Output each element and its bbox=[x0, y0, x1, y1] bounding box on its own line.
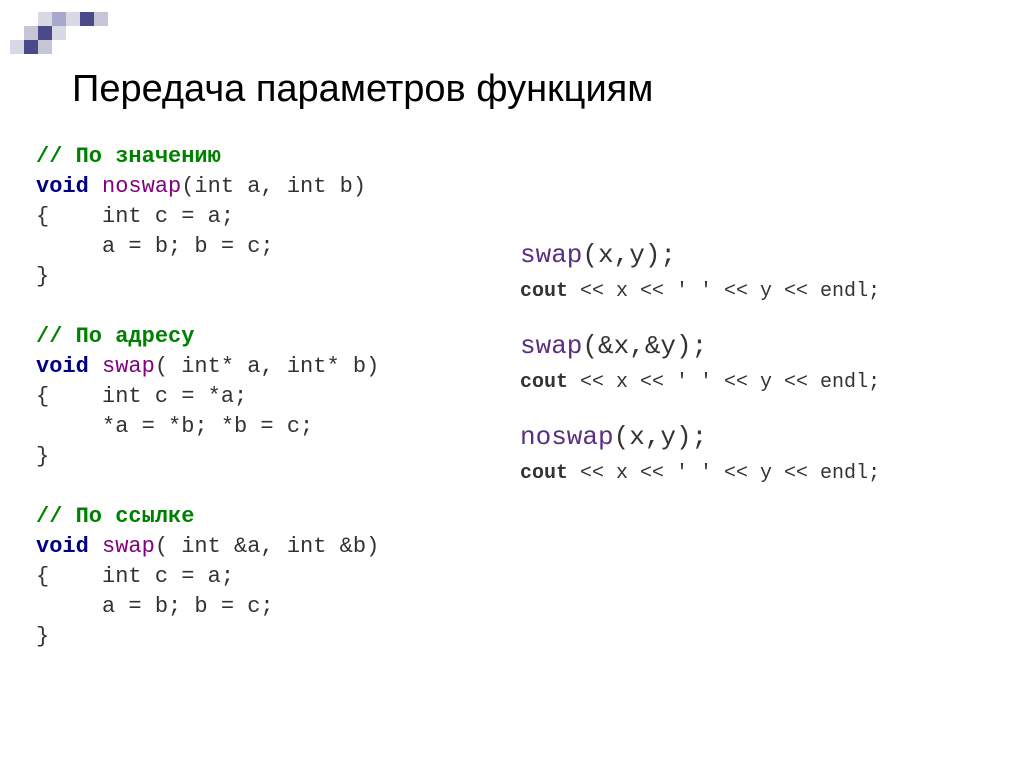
code-line: } bbox=[36, 264, 49, 289]
params: ( int* a, int* b) bbox=[155, 354, 379, 379]
fn-name: swap bbox=[520, 240, 582, 270]
code-left-column: // По значению void noswap(int a, int b)… bbox=[36, 142, 496, 652]
slide: Передача параметров функциям // По значе… bbox=[0, 0, 1024, 767]
fn-swap-ref: swap bbox=[89, 534, 155, 559]
call-swap-xy: swap(x,y); bbox=[520, 240, 990, 270]
slide-title: Передача параметров функциям bbox=[72, 68, 653, 111]
code-right-column: swap(x,y); cout << x << ' ' << y << endl… bbox=[520, 240, 990, 513]
params: ( int &a, int &b) bbox=[155, 534, 379, 559]
kw-void: void bbox=[36, 354, 89, 379]
code-line: a = b; b = c; bbox=[36, 594, 274, 619]
fn-noswap: noswap bbox=[89, 174, 181, 199]
cout-rest: << x << ' ' << y << endl; bbox=[568, 462, 880, 485]
fn-name: noswap bbox=[520, 422, 614, 452]
fn-swap-ptr: swap bbox=[89, 354, 155, 379]
cout-rest: << x << ' ' << y << endl; bbox=[568, 280, 880, 303]
comment-by-address: // По адресу bbox=[36, 324, 194, 349]
cout-line: cout << x << ' ' << y << endl; bbox=[520, 462, 990, 485]
code-block-by-value: // По значению void noswap(int a, int b)… bbox=[36, 142, 496, 652]
corner-decoration bbox=[10, 10, 120, 55]
fn-name: swap bbox=[520, 331, 582, 361]
fn-args: (x,y); bbox=[582, 240, 676, 270]
fn-args: (&x,&y); bbox=[582, 331, 707, 361]
call-swap-addr: swap(&x,&y); bbox=[520, 331, 990, 361]
kw-void: void bbox=[36, 174, 89, 199]
code-line: { int c = a; bbox=[36, 564, 234, 589]
params: (int a, int b) bbox=[181, 174, 366, 199]
code-line: { int c = a; bbox=[36, 204, 234, 229]
call-noswap: noswap(x,y); bbox=[520, 422, 990, 452]
code-line: *a = *b; *b = c; bbox=[36, 414, 313, 439]
cout-line: cout << x << ' ' << y << endl; bbox=[520, 371, 990, 394]
kw-void: void bbox=[36, 534, 89, 559]
comment-by-value: // По значению bbox=[36, 144, 221, 169]
fn-args: (x,y); bbox=[614, 422, 708, 452]
cout-line: cout << x << ' ' << y << endl; bbox=[520, 280, 990, 303]
code-line: } bbox=[36, 624, 49, 649]
code-line: a = b; b = c; bbox=[36, 234, 274, 259]
cout-rest: << x << ' ' << y << endl; bbox=[568, 371, 880, 394]
comment-by-reference: // По ссылке bbox=[36, 504, 194, 529]
code-line: } bbox=[36, 444, 49, 469]
code-line: { int c = *a; bbox=[36, 384, 247, 409]
